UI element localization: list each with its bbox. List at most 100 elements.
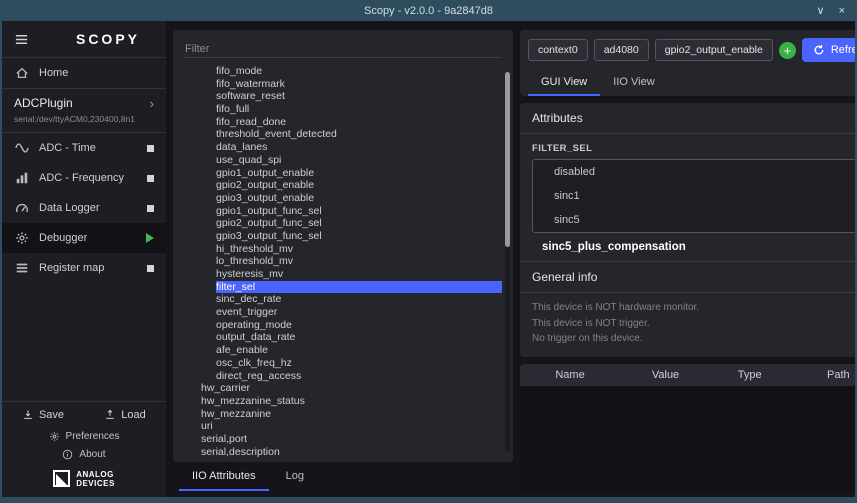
load-button[interactable]: Load	[84, 409, 166, 421]
attribute-tree-panel: fifo_modefifo_watermarksoftware_resetfif…	[173, 30, 513, 462]
sidebar-item-register-map[interactable]: Register map	[2, 253, 166, 283]
preferences-label: Preferences	[66, 431, 120, 442]
tree-item-fifo-full[interactable]: fifo_full	[216, 103, 502, 116]
info-line: This device is NOT hardware monitor.	[532, 300, 855, 316]
attribute-tree: fifo_modefifo_watermarksoftware_resetfif…	[173, 60, 513, 462]
window-title: Scopy - v2.0.0 - 9a2847d8	[364, 5, 493, 17]
sidebar-item-debugger[interactable]: Debugger	[2, 223, 166, 253]
info-line: This device is NOT trigger.	[532, 316, 855, 332]
tool-label: Debugger	[39, 232, 87, 244]
adi-triangle-icon	[53, 470, 70, 487]
view-tab-bar: GUI ViewIIO View	[528, 69, 855, 96]
tool-label: Data Logger	[39, 202, 100, 214]
gear-icon	[14, 231, 30, 245]
sidebar: SCOPY Home ADCPlugin › serial:/dev/ttyAC…	[2, 21, 166, 497]
tree-item-software-reset[interactable]: software_reset	[216, 90, 502, 103]
close-icon[interactable]: ×	[839, 5, 845, 17]
device-chip-gpio2-output-enable[interactable]: gpio2_output_enable	[655, 39, 773, 61]
filter-input[interactable]	[185, 41, 501, 58]
sidebar-item-data-logger[interactable]: Data Logger	[2, 193, 166, 223]
stop-indicator-square-icon[interactable]	[147, 175, 154, 182]
tree-item-gpio3-output-enable[interactable]: gpio3_output_enable	[216, 192, 502, 205]
sidebar-item-adcplugin[interactable]: ADCPlugin › serial:/dev/ttyACM0,230400,8…	[2, 89, 166, 132]
hamburger-menu-icon[interactable]	[14, 32, 29, 47]
scrollbar-thumb[interactable]	[505, 72, 510, 247]
tree-item-gpio2-output-enable[interactable]: gpio2_output_enable	[216, 179, 502, 192]
sine-wave-icon	[14, 141, 30, 155]
home-label: Home	[39, 67, 68, 79]
info-icon	[62, 449, 73, 460]
chevron-right-icon: ›	[150, 97, 154, 110]
tree-item-output-data-rate[interactable]: output_data_rate	[216, 331, 502, 344]
load-label: Load	[121, 409, 145, 421]
tree-item-operating-mode[interactable]: operating_mode	[216, 319, 502, 332]
filter-sel-option-sinc1[interactable]: sinc1	[533, 184, 855, 208]
attributes-section-header[interactable]: Attributes ›	[520, 103, 855, 134]
tree-item-hi-threshold-mv[interactable]: hi_threshold_mv	[216, 243, 502, 256]
tree-item-filter-sel[interactable]: filter_sel	[216, 281, 502, 294]
tree-item-use-quad-spi[interactable]: use_quad_spi	[216, 154, 502, 167]
device-chip-context0[interactable]: context0	[528, 39, 588, 61]
tree-item-uri[interactable]: uri	[201, 420, 502, 433]
run-indicator-play-icon[interactable]	[146, 233, 154, 243]
tree-item-afe-enable[interactable]: afe_enable	[216, 344, 502, 357]
general-info-section-header[interactable]: General info ›	[520, 261, 855, 293]
add-button[interactable]: +	[779, 42, 796, 59]
tab-log[interactable]: Log	[273, 462, 317, 491]
stop-indicator-square-icon[interactable]	[147, 145, 154, 152]
tree-item-serial-description[interactable]: serial,description	[201, 446, 502, 459]
sidebar-item-adc-time[interactable]: ADC - Time	[2, 133, 166, 163]
save-icon	[22, 409, 34, 421]
table-body	[520, 386, 855, 492]
stop-indicator-square-icon[interactable]	[147, 205, 154, 212]
analog-devices-logo: ANALOG DEVICES	[2, 464, 166, 497]
stop-indicator-square-icon[interactable]	[147, 265, 154, 272]
tree-item-hw-mezzanine-status[interactable]: hw_mezzanine_status	[201, 395, 502, 408]
main-content: SCOPY Home ADCPlugin › serial:/dev/ttyAC…	[2, 21, 855, 497]
tree-item-lo-threshold-mv[interactable]: lo_threshold_mv	[216, 255, 502, 268]
sidebar-item-adc-frequency[interactable]: ADC - Frequency	[2, 163, 166, 193]
tree-item-event-trigger[interactable]: event_trigger	[216, 306, 502, 319]
sidebar-item-home[interactable]: Home	[2, 58, 166, 88]
filter-sel-option-disabled[interactable]: disabled	[533, 160, 855, 184]
home-icon	[14, 66, 30, 80]
results-table-panel: NameValueTypePath	[520, 364, 855, 492]
minimize-icon[interactable]: ∨	[817, 4, 825, 17]
refresh-button[interactable]: Refresh	[802, 38, 855, 62]
breadcrumb-chip-row: context0 ad4080 gpio2_output_enable + Refr…	[528, 38, 855, 62]
column-header-name: Name	[520, 369, 620, 381]
tree-item-serial-port[interactable]: serial,port	[201, 433, 502, 446]
tab-gui-view[interactable]: GUI View	[528, 69, 600, 96]
preferences-button[interactable]: Preferences	[2, 428, 166, 446]
window-bottom-strip	[2, 497, 855, 503]
tree-item-hysteresis-mv[interactable]: hysteresis_mv	[216, 268, 502, 281]
device-chip-ad4080[interactable]: ad4080	[594, 39, 649, 61]
tab-iio-attributes[interactable]: IIO Attributes	[179, 462, 269, 491]
tree-item-fifo-mode[interactable]: fifo_mode	[216, 65, 502, 78]
detail-panel: context0 ad4080 gpio2_output_enable + Refr…	[520, 30, 855, 491]
plugin-uri: serial:/dev/ttyACM0,230400,8n1	[14, 114, 154, 124]
filter-sel-option-sinc5[interactable]: sinc5	[533, 208, 855, 232]
tree-item-gpio3-output-func-sel[interactable]: gpio3_output_func_sel	[216, 230, 502, 243]
tree-item-gpio2-output-func-sel[interactable]: gpio2_output_func_sel	[216, 217, 502, 230]
brand-line-1: ANALOG	[76, 470, 115, 479]
tree-item-sinc-dec-rate[interactable]: sinc_dec_rate	[216, 293, 502, 306]
tree-item-fifo-watermark[interactable]: fifo_watermark	[216, 78, 502, 91]
about-button[interactable]: About	[2, 446, 166, 464]
gauge-icon	[14, 201, 30, 215]
column-header-path: Path	[788, 369, 855, 381]
tree-item-fifo-read-done[interactable]: fifo_read_done	[216, 116, 502, 129]
tree-item-osc-clk-freq-hz[interactable]: osc_clk_freq_hz	[216, 357, 502, 370]
filter-sel-selected-value[interactable]: sinc5_plus_compensation	[520, 233, 855, 261]
tree-scrollbar[interactable]	[505, 72, 510, 452]
column-header-value: Value	[620, 369, 711, 381]
tree-item-direct-reg-access[interactable]: direct_reg_access	[216, 370, 502, 383]
tree-item-gpio1-output-func-sel[interactable]: gpio1_output_func_sel	[216, 205, 502, 218]
tree-item-gpio1-output-enable[interactable]: gpio1_output_enable	[216, 167, 502, 180]
save-button[interactable]: Save	[2, 409, 84, 421]
tab-iio-view[interactable]: IIO View	[600, 69, 667, 96]
tree-item-hw-carrier[interactable]: hw_carrier	[201, 382, 502, 395]
tree-item-data-lanes[interactable]: data_lanes	[216, 141, 502, 154]
tree-item-threshold-event-detected[interactable]: threshold_event_detected	[216, 128, 502, 141]
tree-item-hw-mezzanine[interactable]: hw_mezzanine	[201, 408, 502, 421]
